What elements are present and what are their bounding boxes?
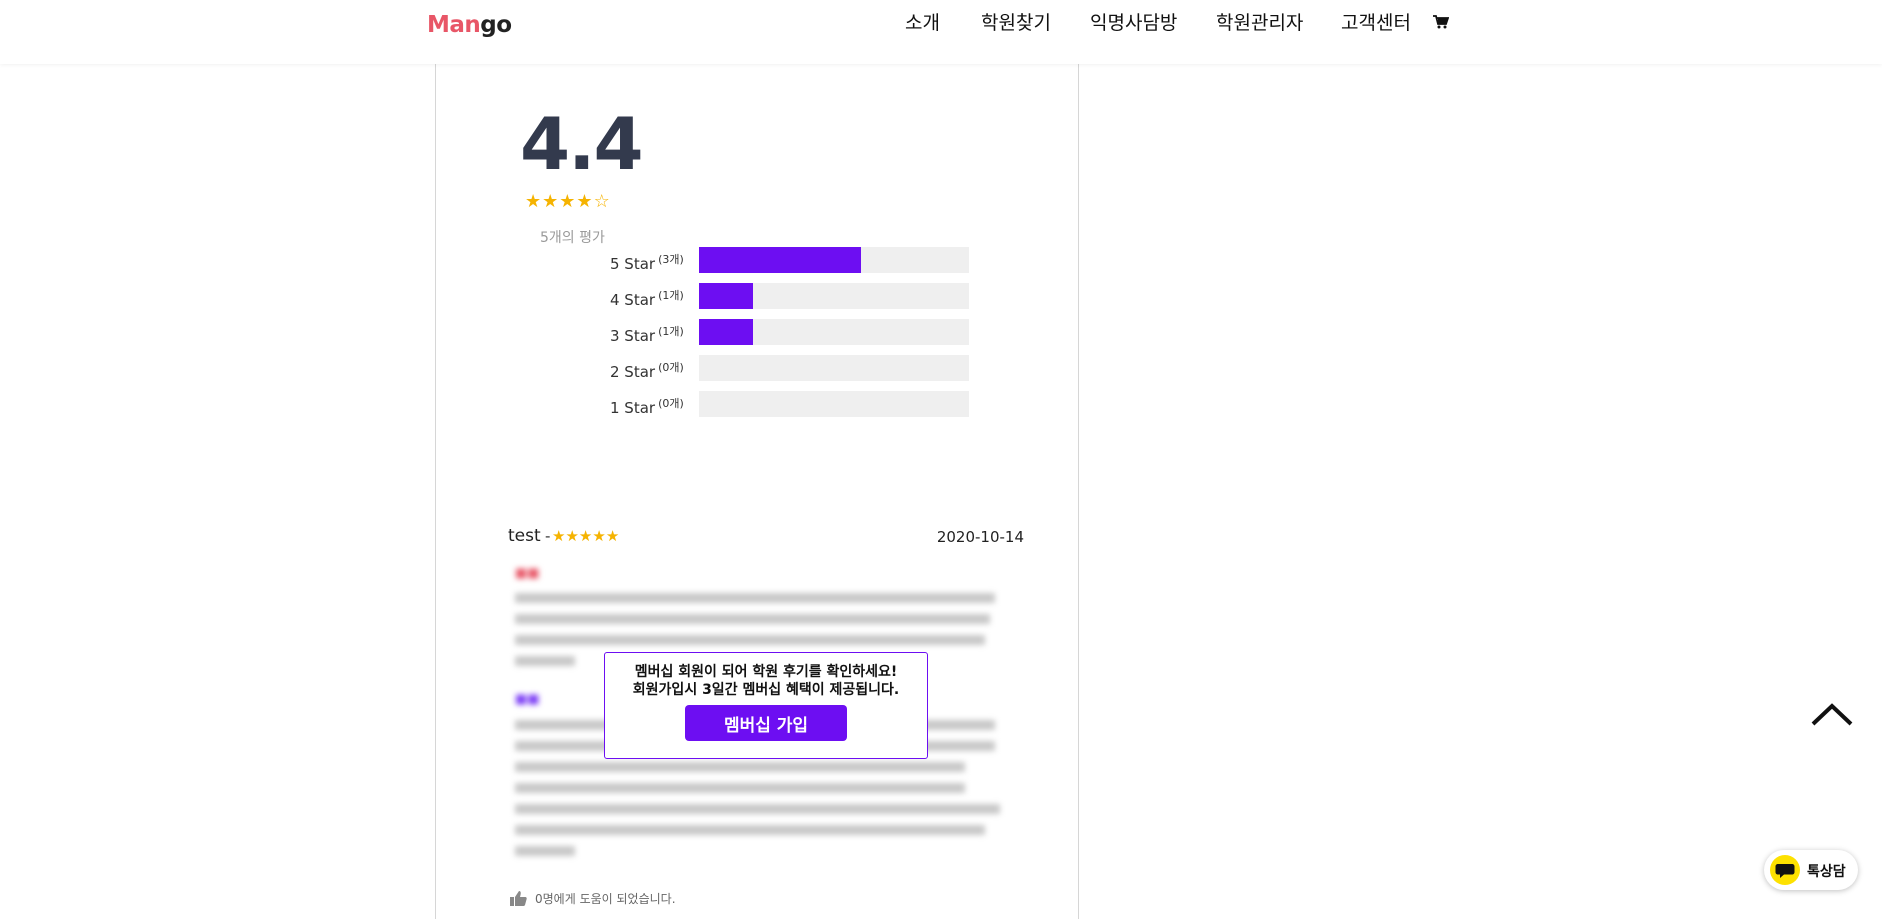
chat-bubble-icon bbox=[1770, 855, 1800, 885]
chat-consult-button[interactable]: 톡상담 bbox=[1764, 850, 1858, 890]
bar-fill bbox=[699, 247, 861, 273]
scroll-to-top-icon[interactable] bbox=[1810, 700, 1854, 728]
thumbs-up-icon[interactable] bbox=[510, 891, 527, 906]
bar-fill bbox=[699, 283, 753, 309]
nav-item-intro[interactable]: 소개 bbox=[905, 8, 940, 35]
blurred-cons-tag: ■■ bbox=[515, 692, 540, 707]
bar-label: 3 Star (1개) bbox=[610, 325, 684, 345]
membership-join-button[interactable]: 멤버십 가입 bbox=[685, 705, 847, 741]
star-full-icon: ★ bbox=[559, 191, 576, 212]
helpful-count-text: 0명에게 도움이 되었습니다. bbox=[535, 892, 676, 906]
nav-item-academy-admin[interactable]: 학원관리자 bbox=[1216, 8, 1303, 35]
bar-track bbox=[699, 355, 969, 381]
bar-track bbox=[699, 247, 969, 273]
rating-bar-row: 3 Star (1개) bbox=[600, 319, 970, 345]
star-full-icon: ★ bbox=[578, 527, 593, 545]
nav-item-find-academy[interactable]: 학원찾기 bbox=[981, 8, 1051, 35]
top-header: Mango 소개 학원찾기 익명사담방 학원관리자 고객센터 bbox=[0, 0, 1882, 64]
bar-label: 1 Star (0개) bbox=[610, 397, 684, 417]
membership-popup: 멤버십 회원이 되어 학원 후기를 확인하세요! 회원가입시 3일간 멤버십 혜… bbox=[604, 652, 928, 759]
blurred-pros-tag: ■■ bbox=[515, 566, 540, 581]
review-stars: ★ ★ ★ ★ ★ bbox=[552, 529, 619, 544]
rating-count: 5개의 평가 bbox=[540, 230, 605, 246]
chat-label: 톡상담 bbox=[1807, 864, 1846, 880]
logo-text-part1: Man bbox=[427, 12, 481, 38]
review-header: test - ★ ★ ★ ★ ★ 2020-10-14 bbox=[508, 526, 1024, 548]
average-stars: ★ ★ ★ ★ ☆ bbox=[525, 193, 610, 211]
logo[interactable]: Mango bbox=[427, 12, 512, 38]
bar-fill bbox=[699, 319, 753, 345]
review-username: test bbox=[508, 526, 541, 546]
popup-message-line1: 멤버십 회원이 되어 학원 후기를 확인하세요! bbox=[634, 664, 898, 680]
helpful-section: 0명에게 도움이 되었습니다. bbox=[510, 890, 676, 907]
popup-message-line2: 회원가입시 3일간 멤버십 혜택이 제공됩니다. bbox=[632, 682, 900, 698]
star-full-icon: ★ bbox=[525, 191, 542, 212]
bar-track bbox=[699, 283, 969, 309]
bar-label: 5 Star (3개) bbox=[610, 253, 684, 273]
star-full-icon: ★ bbox=[542, 191, 559, 212]
bar-label: 2 Star (0개) bbox=[610, 361, 684, 381]
nav-item-customer-center[interactable]: 고객센터 bbox=[1341, 8, 1411, 35]
star-full-icon: ★ bbox=[565, 527, 579, 545]
bar-track bbox=[699, 391, 969, 417]
star-empty-icon: ☆ bbox=[593, 191, 610, 212]
cart-icon[interactable] bbox=[1433, 14, 1449, 30]
rating-bar-row: 4 Star (1개) bbox=[600, 283, 970, 309]
review-date: 2020-10-14 bbox=[936, 528, 1024, 546]
star-full-icon: ★ bbox=[576, 191, 593, 212]
bar-label: 4 Star (1개) bbox=[610, 289, 684, 309]
star-full-icon: ★ bbox=[592, 527, 606, 545]
rating-bar-row: 5 Star (3개) bbox=[600, 247, 970, 273]
rating-bar-row: 2 Star (0개) bbox=[600, 355, 970, 381]
bar-track bbox=[699, 319, 969, 345]
logo-text-part2: go bbox=[480, 12, 512, 38]
nav-item-anonymous-chat[interactable]: 익명사담방 bbox=[1090, 8, 1177, 35]
review-separator: - bbox=[545, 527, 551, 545]
star-full-icon: ★ bbox=[605, 527, 620, 545]
average-rating: 4.4 bbox=[520, 102, 644, 186]
rating-bar-row: 1 Star (0개) bbox=[600, 391, 970, 417]
star-full-icon: ★ bbox=[552, 527, 566, 545]
